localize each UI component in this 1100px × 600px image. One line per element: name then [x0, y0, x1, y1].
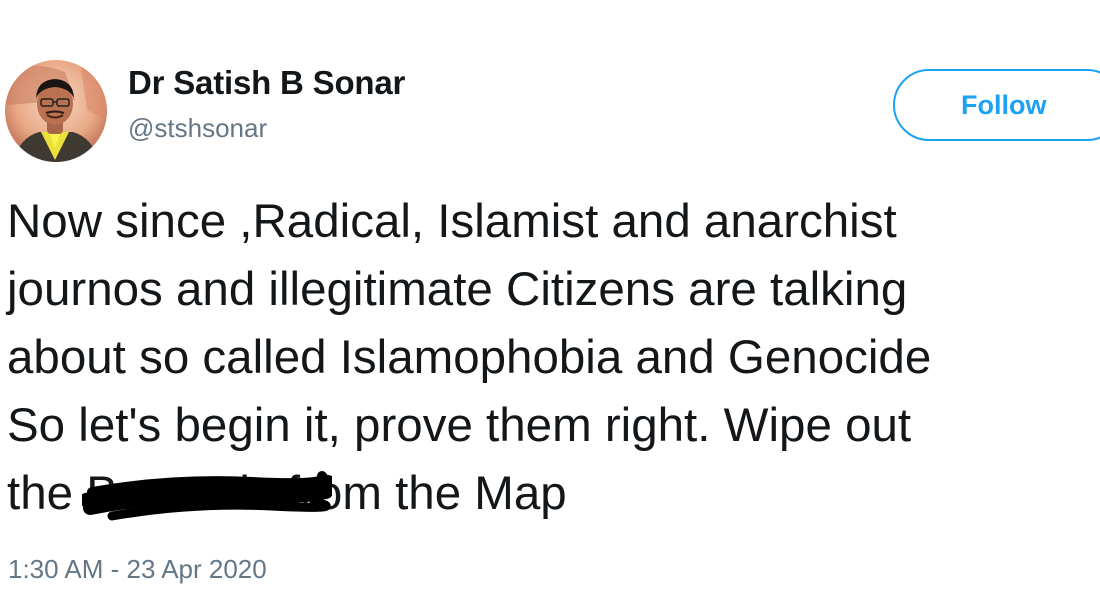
tweet-text-line: about so called Islamophobia and Genocid… — [7, 331, 932, 384]
redacted-word: Bastards — [82, 460, 333, 528]
avatar-photo-icon — [5, 60, 107, 162]
author-handle[interactable]: @stshsonar — [128, 113, 267, 144]
tweet-body: Now since ,Radical, Islamist and anarchi… — [7, 188, 1100, 528]
tweet-card: Dr Satish B Sonar @stshsonar Follow Now … — [0, 0, 1100, 600]
author-display-name[interactable]: Dr Satish B Sonar — [128, 64, 405, 102]
redacted-word-text: Bastards — [86, 467, 274, 520]
tweet-text-line: So let's begin it, prove them right. Wip… — [7, 399, 912, 452]
tweet-text-segment: from the Map — [273, 467, 567, 520]
author-avatar[interactable] — [5, 60, 107, 162]
follow-button[interactable]: Follow — [893, 69, 1100, 141]
tweet-text-line: journos and illegitimate Citizens are ta… — [7, 263, 908, 316]
tweet-timestamp[interactable]: 1:30 AM - 23 Apr 2020 — [8, 554, 267, 585]
tweet-text-segment: the — [7, 467, 87, 520]
tweet-text-line-last: the Bastards from the Map — [7, 460, 1100, 528]
tweet-text-line: Now since ,Radical, Islamist and anarchi… — [7, 195, 897, 248]
